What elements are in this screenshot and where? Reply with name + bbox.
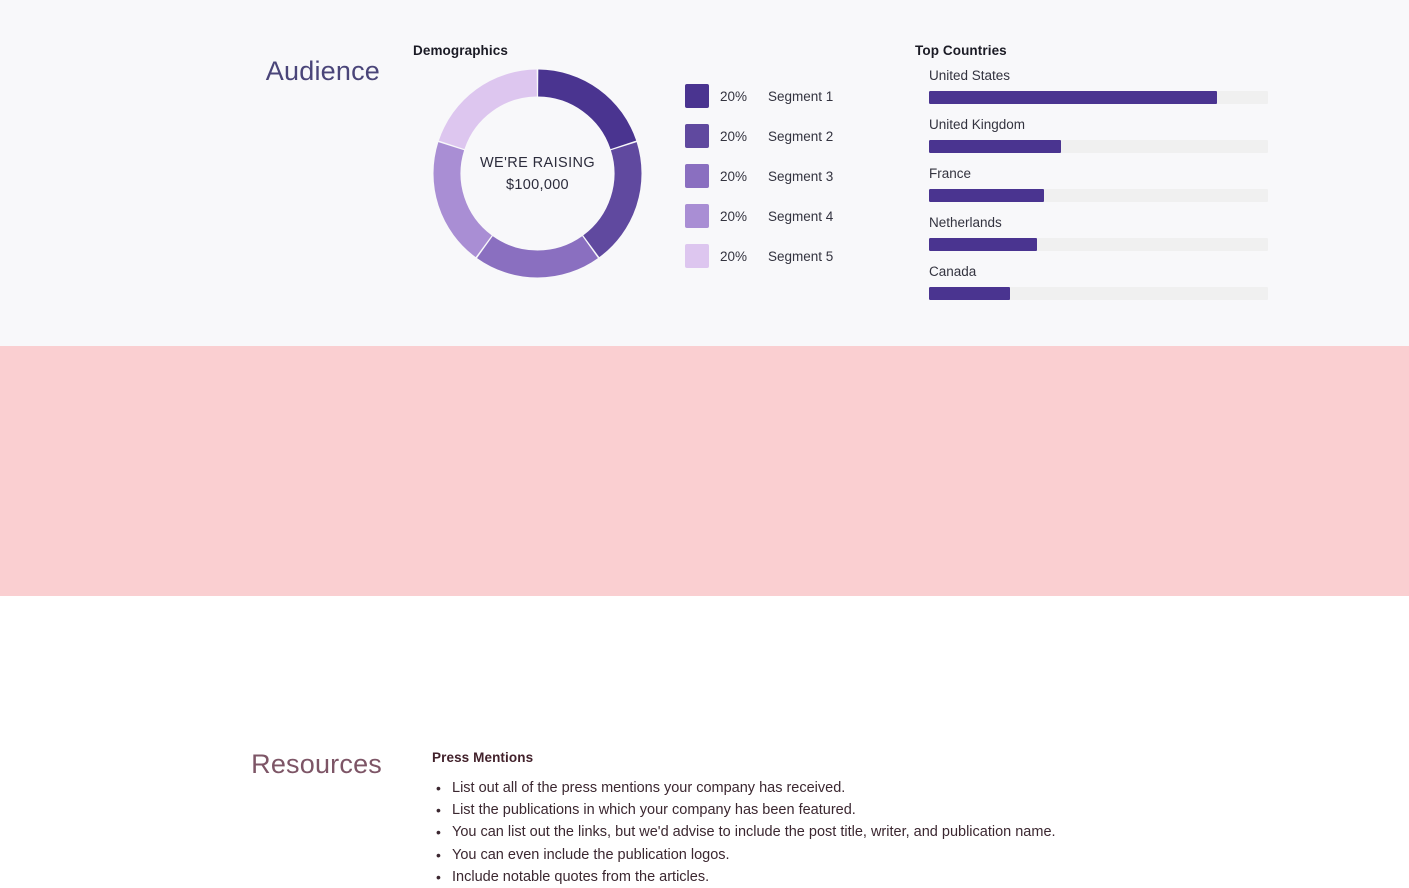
legend-percent: 20%: [720, 168, 748, 184]
legend-item: 20% Segment 1: [685, 76, 875, 116]
legend-percent: 20%: [720, 248, 748, 264]
audience-section-title: Audience: [265, 56, 380, 86]
legend-item: 20% Segment 5: [685, 236, 875, 276]
legend-label: Segment 2: [768, 128, 834, 144]
legend-color-swatch-icon: [685, 204, 709, 228]
press-mention-item: You can even include the publication log…: [432, 844, 1192, 866]
donut-slice: [537, 69, 637, 150]
country-bar-row: United Kingdom: [929, 117, 1268, 153]
country-name-label: France: [929, 166, 972, 181]
demographics-title: Demographics: [413, 43, 508, 58]
legend-color-swatch-icon: [685, 244, 709, 268]
press-mention-item: List the publications in which your comp…: [432, 799, 1192, 821]
legend-percent: 20%: [720, 208, 748, 224]
legend-label: Segment 4: [768, 208, 834, 224]
country-bar-track: [929, 91, 1268, 104]
country-name-label: United States: [929, 68, 1011, 83]
legend-item: 20% Segment 4: [685, 196, 875, 236]
country-bar-fill: [929, 140, 1062, 153]
donut-slice: [433, 142, 493, 258]
donut-slice: [438, 69, 538, 150]
donut-slice-group: [433, 69, 642, 278]
country-bar-track: [929, 238, 1268, 251]
country-bar-row: Netherlands: [929, 215, 1268, 251]
legend-label: Segment 1: [768, 88, 834, 104]
country-name-label: United Kingdom: [929, 117, 1026, 132]
country-bar-row: United States: [929, 68, 1268, 104]
top-countries-title: Top Countries: [915, 43, 1007, 58]
press-mentions-title: Press Mentions: [432, 750, 534, 765]
demographics-legend: 20% Segment 1 20% Segment 2 20% Segment 3 20% S…: [685, 76, 875, 276]
legend-item: 20% Segment 3: [685, 156, 875, 196]
press-mentions-list: List out all of the press mentions your …: [432, 777, 1192, 888]
legend-color-swatch-icon: [685, 164, 709, 188]
country-bar-row: Canada: [929, 264, 1268, 300]
resources-section: Resources Press Mentions List out all of…: [0, 346, 1409, 888]
country-bar-fill: [929, 238, 1038, 251]
donut-slice: [582, 142, 642, 258]
legend-color-swatch-icon: [685, 84, 709, 108]
legend-percent: 20%: [720, 128, 748, 144]
country-name-label: Netherlands: [929, 215, 1002, 230]
country-bar-track: [929, 287, 1268, 300]
country-bar-fill: [929, 189, 1045, 202]
audience-section: Audience Demographics WE'RE RAISING $100…: [0, 0, 1409, 346]
country-name-label: Canada: [929, 264, 977, 279]
legend-label: Segment 3: [768, 168, 834, 184]
donut-slice: [477, 235, 598, 278]
press-mention-item: Include notable quotes from the articles…: [432, 866, 1192, 888]
country-bar-fill: [929, 287, 1011, 300]
country-bar-track: [929, 189, 1268, 202]
legend-item: 20% Segment 2: [685, 116, 875, 156]
demographics-donut-chart: WE'RE RAISING $100,000: [433, 69, 642, 278]
legend-percent: 20%: [720, 88, 748, 104]
press-mention-item: List out all of the press mentions your …: [432, 777, 1192, 799]
country-bar-fill: [929, 91, 1218, 104]
country-bar-row: France: [929, 166, 1268, 202]
legend-color-swatch-icon: [685, 124, 709, 148]
donut-svg: [433, 69, 642, 278]
resources-section-title: Resources: [251, 749, 382, 779]
press-mention-item: You can list out the links, but we'd adv…: [432, 821, 1192, 843]
top-countries-bar-list: United States United Kingdom France Netherl…: [929, 68, 1268, 300]
legend-label: Segment 5: [768, 248, 834, 264]
country-bar-track: [929, 140, 1268, 153]
